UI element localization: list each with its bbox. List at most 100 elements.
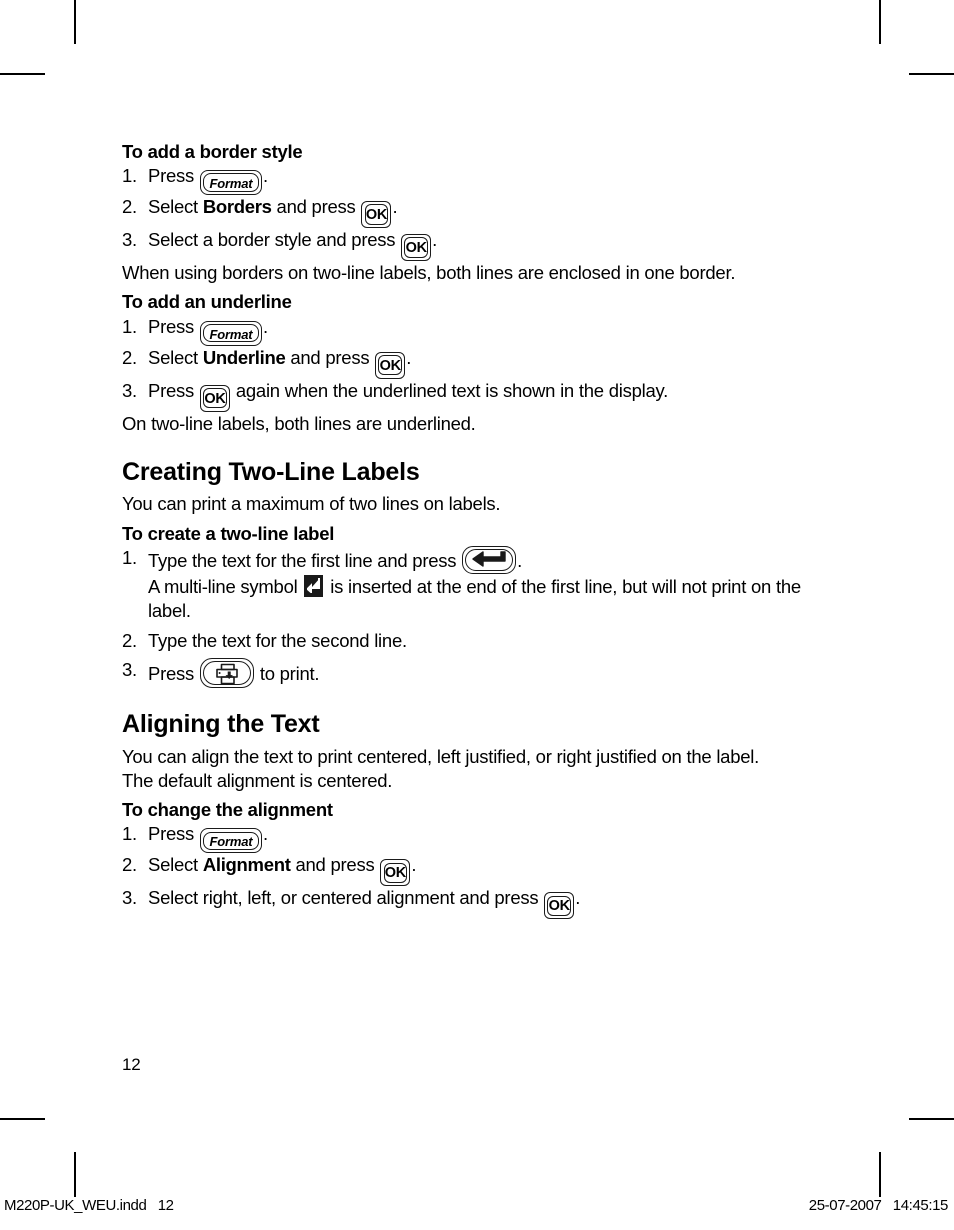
intro-aligning-line1: You can align the text to print centered…	[122, 745, 760, 767]
footer-timestamp: 25-07-2007 14:45:15	[808, 1197, 949, 1214]
heading-change-alignment: To change the alignment	[122, 799, 333, 821]
ok-key-icon[interactable]: OK	[544, 892, 575, 920]
print-key-icon[interactable]	[199, 658, 254, 689]
step-twoline-1: 1. Type the text for the first line and …	[122, 545, 822, 624]
step-number: 2.	[122, 346, 137, 368]
crop-mark-top-right-vertical	[879, 0, 881, 44]
step-text-post: again when the underlined text is shown …	[230, 379, 669, 401]
step-number: 3.	[122, 659, 137, 681]
step-substep-text: A multi-line symbol is inserted at the e…	[148, 574, 822, 624]
step-border-2: 2. Select Borders and press OK.	[122, 195, 822, 229]
step-underline-2: 2. Select Underline and press OK.	[122, 346, 822, 379]
step-number: 1.	[122, 823, 137, 845]
heading-add-underline: To add an underline	[122, 291, 292, 313]
multiline-return-symbol-icon	[304, 574, 324, 597]
step-number: 1.	[122, 165, 137, 187]
step-text-pre: Press	[148, 165, 199, 187]
step-border-1: 1. Press Format.	[122, 164, 822, 196]
step-number: 1.	[122, 546, 137, 568]
step-text: Select right, left, or centered alignmen…	[148, 886, 822, 920]
step-text-post: .	[262, 823, 268, 845]
step-text-mid: and press	[271, 196, 361, 218]
step-number: 2.	[122, 854, 137, 876]
crop-mark-bottom-right-horizontal	[909, 1118, 954, 1120]
ok-key-icon[interactable]: OK	[361, 201, 392, 229]
menu-item-borders: Borders	[202, 196, 272, 218]
step-underline-1: 1. Press Format.	[122, 315, 822, 346]
step-text: Type the text for the second line.	[148, 629, 407, 651]
format-key-icon[interactable]: Format	[199, 170, 262, 196]
heading-aligning-the-text: Aligning the Text	[122, 710, 320, 739]
step-text-post: .	[392, 196, 398, 218]
ok-key-icon[interactable]: OK	[401, 234, 432, 262]
step-text-pre: Select	[148, 346, 203, 368]
crop-mark-bottom-left-vertical	[74, 1152, 76, 1197]
format-key-icon[interactable]: Format	[199, 828, 262, 854]
step-text: Press Format.	[148, 315, 822, 346]
heading-creating-two-line-labels: Creating Two-Line Labels	[122, 457, 420, 486]
ok-key-icon[interactable]: OK	[380, 859, 411, 887]
footer-filename: M220P-UK_WEU.indd 12	[4, 1197, 174, 1214]
step-text: Select Alignment and press OK.	[148, 853, 822, 887]
step-text-post: .	[262, 165, 268, 187]
step-twoline-3: 3. Press to print.	[122, 658, 822, 689]
heading-add-border-style: To add a border style	[122, 141, 303, 162]
enter-key-icon[interactable]	[462, 545, 517, 574]
step-align-2: 2. Select Alignment and press OK.	[122, 853, 822, 887]
step-text-pre: Select	[148, 854, 203, 876]
ok-key-icon[interactable]: OK	[199, 384, 230, 412]
step-text-pre: Press	[148, 823, 199, 845]
step-number: 3.	[122, 887, 137, 909]
substep-pre: A multi-line symbol	[148, 575, 303, 597]
step-text: Select Borders and press OK.	[148, 195, 822, 229]
step-text-pre: Press	[148, 379, 199, 401]
menu-item-underline: Underline	[202, 346, 286, 368]
step-text-mid: and press	[285, 346, 375, 368]
note-underline: On two-line labels, both lines are under…	[122, 412, 476, 434]
step-text-post: .	[575, 887, 581, 909]
step-text: Press OK again when the underlined text …	[148, 379, 822, 412]
step-text-pre: Type the text for the first line and pre…	[148, 549, 462, 571]
crop-mark-bottom-left-horizontal	[0, 1118, 45, 1120]
step-text-post: .	[262, 315, 268, 337]
print-footer: M220P-UK_WEU.indd 12 25-07-2007 14:45:15	[0, 1197, 954, 1219]
step-underline-3: 3. Press OK again when the underlined te…	[122, 379, 822, 412]
step-text-post: to print.	[254, 663, 320, 685]
step-text-pre: Select a border style and press	[148, 229, 401, 251]
step-text: Press to print.	[148, 658, 822, 689]
step-number: 3.	[122, 379, 137, 401]
step-text: Press Format.	[148, 164, 822, 196]
menu-item-alignment: Alignment	[202, 854, 291, 876]
crop-mark-top-left-horizontal	[0, 73, 45, 75]
step-border-3: 3. Select a border style and press OK.	[122, 228, 822, 262]
step-text-post: .	[432, 229, 438, 251]
step-number: 2.	[122, 629, 137, 651]
crop-mark-top-left-vertical	[74, 0, 76, 44]
step-text-post: .	[517, 549, 523, 571]
intro-aligning-line2: The default alignment is centered.	[122, 769, 393, 791]
step-number: 3.	[122, 229, 137, 251]
step-text-post: .	[411, 854, 417, 876]
ok-key-icon[interactable]: OK	[375, 351, 406, 379]
step-text-pre: Select	[148, 196, 203, 218]
step-text-pre: Press	[148, 315, 199, 337]
heading-create-two-line-label: To create a two-line label	[122, 522, 335, 544]
step-text-mid: and press	[290, 854, 380, 876]
step-text-pre: Select right, left, or centered alignmen…	[148, 887, 544, 909]
crop-mark-top-right-horizontal	[909, 73, 954, 75]
page-content: To add a border style 1. Press Format. 2…	[122, 140, 822, 920]
page-number: 12	[122, 1055, 141, 1074]
intro-two-line-labels: You can print a maximum of two lines on …	[122, 493, 501, 515]
step-text: Select a border style and press OK.	[148, 228, 822, 262]
step-text: Press Format.	[148, 822, 822, 854]
crop-mark-bottom-right-vertical	[879, 1152, 881, 1197]
step-text: Select Underline and press OK.	[148, 346, 822, 379]
step-align-1: 1. Press Format.	[122, 822, 822, 854]
step-text: Type the text for the first line and pre…	[148, 545, 822, 624]
note-border-style: When using borders on two-line labels, b…	[122, 262, 736, 284]
step-text-post: .	[406, 346, 412, 368]
step-align-3: 3. Select right, left, or centered align…	[122, 886, 822, 920]
format-key-icon[interactable]: Format	[199, 320, 262, 346]
step-twoline-2: 2. Type the text for the second line.	[122, 629, 822, 653]
step-text-pre: Press	[148, 663, 199, 685]
